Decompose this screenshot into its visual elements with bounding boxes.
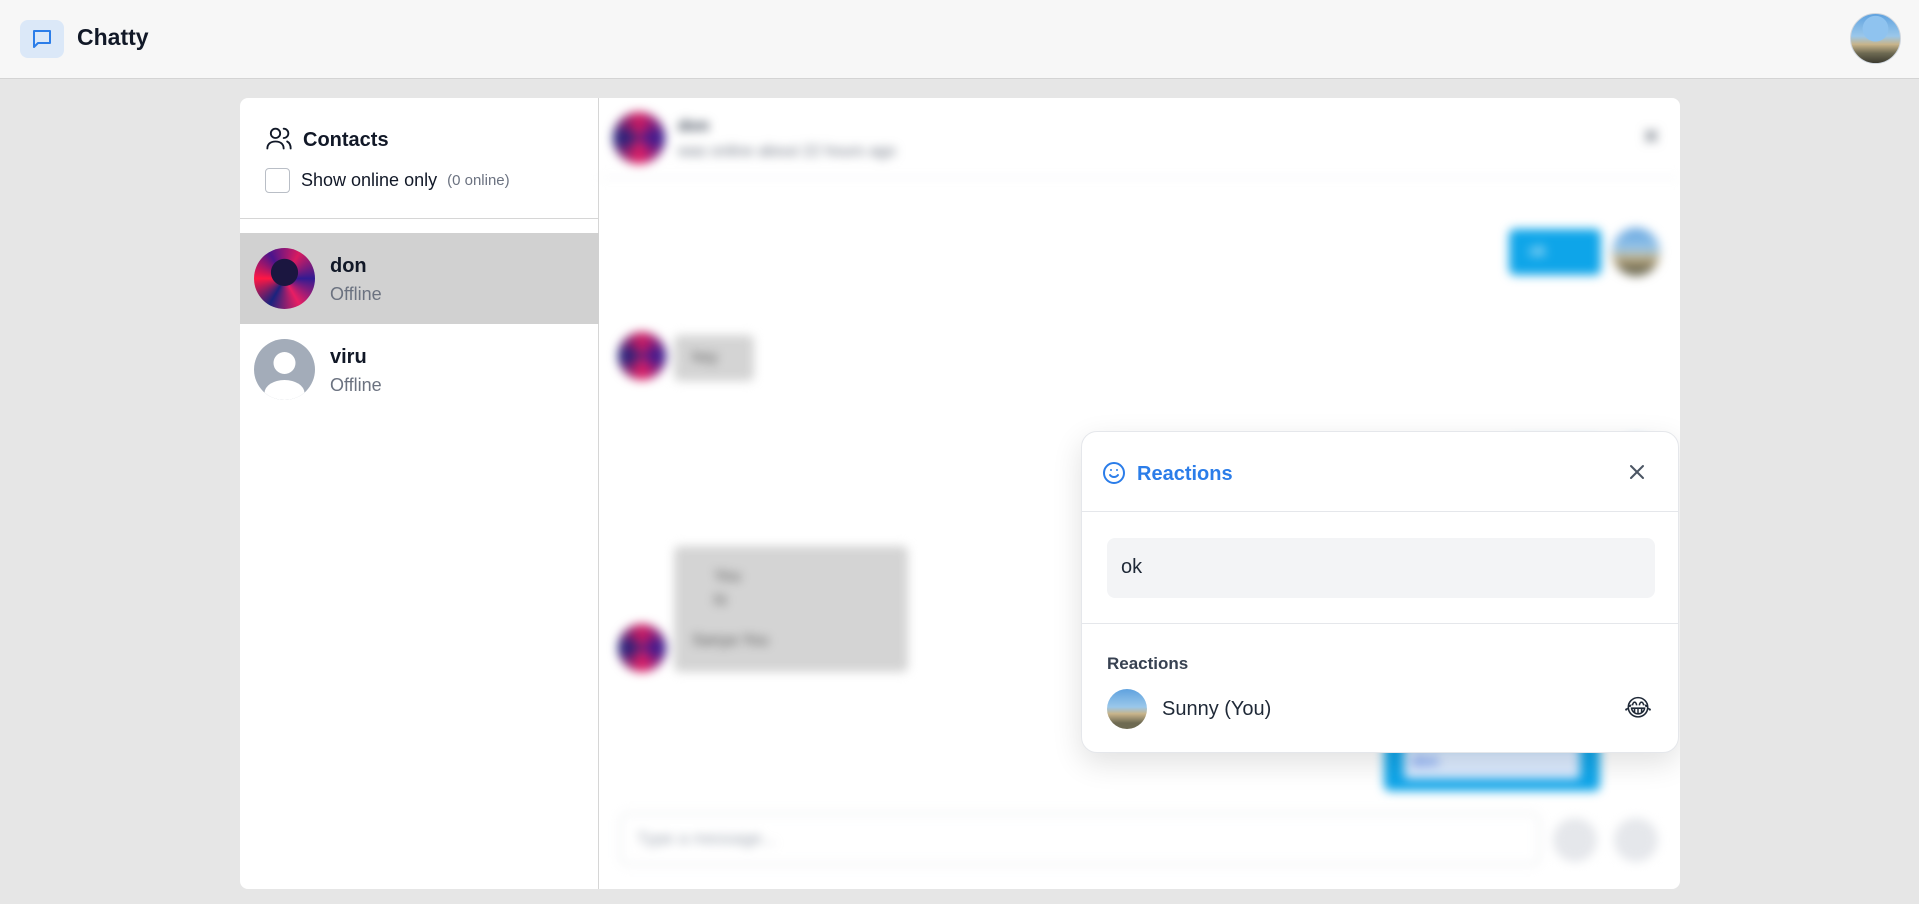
modal-title: Reactions — [1137, 463, 1233, 485]
contacts-header: Contacts — [265, 124, 389, 157]
users-icon — [265, 124, 293, 157]
quoted-sender: You — [714, 568, 741, 585]
divider — [1082, 623, 1678, 624]
contact-name: don — [330, 255, 367, 277]
message-square-icon[interactable] — [20, 20, 64, 58]
contacts-title: Contacts — [303, 129, 389, 151]
chat-header: don was online about 22 hours ago ✕ — [600, 98, 1680, 178]
online-only-label[interactable]: Show online only — [301, 170, 437, 191]
message-bubble[interactable]: ok — [1509, 229, 1601, 275]
modal-header: Reactions — [1082, 432, 1678, 512]
chat-last-seen: was online about 22 hours ago — [678, 143, 896, 160]
contact-item-don[interactable]: don Offline — [240, 233, 599, 324]
message-preview: ok — [1107, 538, 1655, 598]
avatar — [618, 332, 666, 380]
image-button[interactable] — [1553, 818, 1597, 862]
close-icon[interactable]: ✕ — [1642, 124, 1660, 150]
message-bubble[interactable]: hey — [674, 335, 754, 381]
avatar — [618, 624, 666, 672]
quoted-text: hi — [714, 592, 727, 609]
avatar — [254, 339, 315, 400]
close-icon[interactable] — [1625, 460, 1649, 484]
reactions-modal: Reactions ok Reactions Sunny (You) 😂 — [1081, 431, 1679, 753]
chat-contact-name: don — [678, 116, 710, 135]
avatar — [1107, 689, 1147, 729]
divider — [240, 218, 599, 219]
online-filter: Show online only (0 online) — [265, 168, 510, 193]
contact-item-viru[interactable]: viru Offline — [240, 324, 599, 415]
avatar — [254, 248, 315, 309]
contact-status: Offline — [330, 284, 382, 304]
top-bar: Chatty — [0, 0, 1919, 79]
reply-text: Sanya You — [692, 632, 769, 649]
online-count: (0 online) — [447, 172, 510, 189]
smile-icon — [1102, 461, 1126, 490]
reactions-section-label: Reactions — [1107, 654, 1189, 673]
contacts-sidebar: Contacts Show online only (0 online) don… — [240, 98, 599, 889]
online-only-checkbox[interactable] — [265, 168, 290, 193]
main-panel: Contacts Show online only (0 online) don… — [240, 98, 1680, 889]
app-title[interactable]: Chatty — [77, 24, 149, 51]
reaction-emoji: 😂 — [1624, 695, 1653, 722]
message-bubble[interactable]: You hi Sanya You — [674, 546, 908, 672]
send-button[interactable] — [1614, 818, 1658, 862]
contact-status: Offline — [330, 375, 382, 395]
avatar — [1612, 228, 1660, 276]
message-input[interactable]: Type a message... — [620, 813, 1540, 865]
reaction-user: Sunny (You) — [1162, 698, 1272, 720]
contact-name: viru — [330, 346, 367, 368]
avatar — [613, 112, 665, 164]
reaction-row: Sunny (You) 😂 — [1107, 689, 1655, 729]
user-avatar[interactable] — [1850, 13, 1901, 64]
